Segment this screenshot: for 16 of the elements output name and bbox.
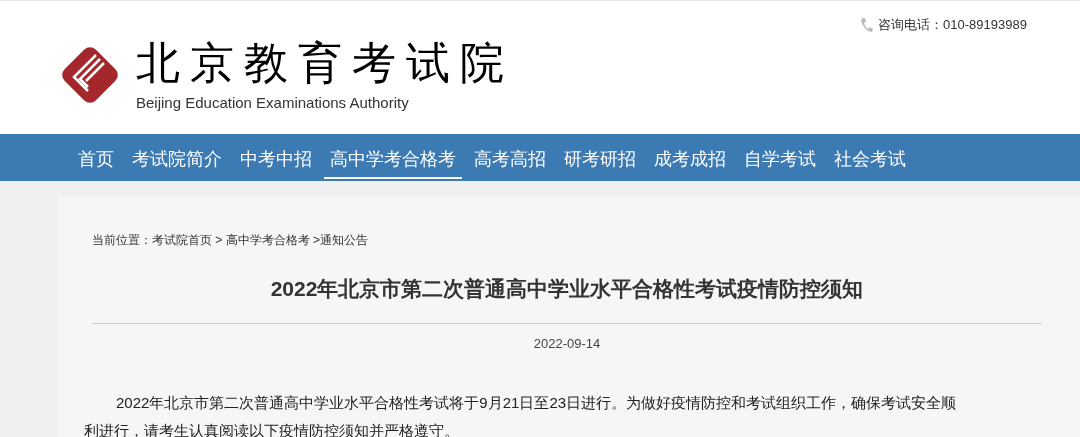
article-title: 2022年北京市第二次普通高中学业水平合格性考试疫情防控须知 [269, 276, 865, 302]
article-date: 2022-09-14 [532, 334, 602, 353]
logo-subtitle: Beijing Education Examinations Authority [136, 93, 410, 113]
hotline-text: 咨询电话：010-89193989 [878, 16, 1027, 34]
phone-icon [860, 16, 874, 33]
nav-tab[interactable]: 成考成招 [648, 138, 732, 179]
nav-tab[interactable]: 中考中招 [234, 138, 318, 179]
nav-tab[interactable]: 自学考试 [738, 138, 822, 179]
nav-tab[interactable]: 高考高招 [468, 138, 552, 179]
nav-tab[interactable]: 首页 [72, 138, 120, 179]
nav-tab[interactable]: 研考研招 [558, 138, 642, 179]
nav-tab[interactable]: 高中学考合格考 [324, 138, 462, 179]
nav-tab[interactable]: 社会考试 [828, 138, 912, 179]
breadcrumb: 当前位置：考试院首页 > 高中学考合格考 >通知公告 [92, 232, 370, 249]
nav-tab[interactable]: 考试院简介 [126, 138, 228, 179]
logo-title: 北京教育考试院 [136, 37, 514, 89]
